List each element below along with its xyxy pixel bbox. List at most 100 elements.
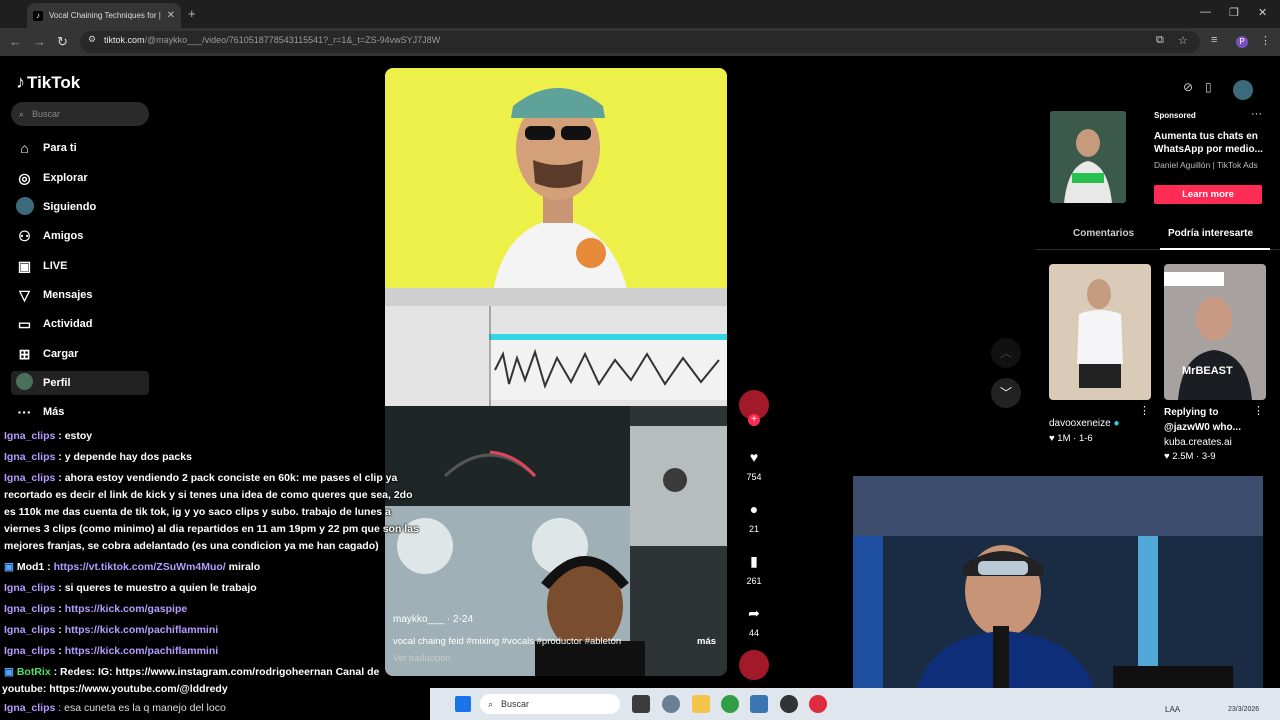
suggestion-thumbnail-1[interactable] [1049,264,1151,400]
media-app-icon[interactable] [809,695,827,713]
menu-dots-icon[interactable]: ⋮ [1260,34,1271,47]
file-explorer-icon[interactable] [692,695,710,713]
suggestion-title-2[interactable]: Replying to @jazwW0 who... [1164,405,1260,435]
taskbar-date[interactable]: 23/3/2026 [1228,706,1259,713]
follow-plus-icon[interactable]: + [748,414,760,426]
author-avatar[interactable]: + [738,390,770,426]
input-language[interactable]: LAA [1165,705,1180,714]
nav-siguiendo[interactable]: Siguiendo [11,195,149,219]
bot-badge-icon: ▣ [4,666,17,678]
tab-podria-interesarte[interactable]: Podría interesarte [1168,228,1253,239]
tab-comentarios[interactable]: Comentarios [1073,228,1134,239]
friends-icon: ⚇ [18,227,31,244]
nav-para-ti[interactable]: ⌂ Para ti [11,136,149,160]
like-button[interactable]: ♥ 754 [738,442,770,482]
chat-line: Igna_clips : ahora estoy vendiendo 2 pac… [4,472,398,484]
caption-more-button[interactable]: más [697,636,716,647]
install-app-icon[interactable]: ⧉ [1156,34,1164,47]
suggestion-thumbnail-2[interactable]: MrBEAST [1164,264,1266,400]
suggestion-more-icon-1[interactable]: ⋮ [1139,404,1150,417]
search-input[interactable]: ⌕ Buscar [11,102,149,126]
minimize-icon[interactable]: — [1200,6,1211,18]
next-video-button[interactable]: ﹀ [991,378,1021,408]
nav-amigos[interactable]: ⚇ Amigos [11,224,149,248]
live-icon: ▣ [17,257,32,274]
chat-line: Igna_clips : https://kick.com/gaspipe [4,603,188,615]
sponsored-label: Sponsored [1154,111,1196,120]
chat-line: mejores franjas, se cobra adelantado (es… [4,540,379,552]
save-button[interactable]: ▮ 261 [738,546,770,587]
suggestion-stats-1: ♥ 1M · 1-6 [1049,433,1093,444]
compass-icon: ◎ [18,169,31,186]
browser-tab[interactable]: ♪ Vocal Chaining Techniques for | ✕ [27,3,181,28]
video-player[interactable]: maykko___ · 2-24 vocal chaing feid #mixi… [385,68,727,676]
chrome-icon[interactable] [721,695,739,713]
home-icon: ⌂ [20,140,29,156]
suggestion-author-1[interactable]: davooxeneize ● [1049,418,1120,429]
heart-icon: ♥ [749,449,759,465]
chat-line: es 110k me das cuenta de tik tok, ig y y… [4,506,391,518]
taskbar-search[interactable]: ⌕ Buscar [480,694,620,714]
streamer-illustration [853,476,1263,706]
ad-advertiser: Daniel Aguillón | TikTok Ads [1154,160,1258,170]
profile-avatar[interactable]: P [1236,36,1248,48]
comment-button[interactable]: ● 21 [738,494,770,534]
site-info-icon[interactable]: ⚙ [88,34,96,45]
forward-icon[interactable]: → [33,34,46,49]
share-button[interactable]: ➦ 44 [738,598,770,639]
upload-icon: ⊞ [18,345,31,362]
url-text[interactable]: tiktok.com/@maykko___/video/761051877854… [104,35,440,45]
tiktok-logo[interactable]: ♪ TikTok [16,72,80,93]
reload-icon[interactable]: ↻ [57,34,68,50]
tiktok-favicon-icon: ♪ [33,10,43,21]
tab-title: Vocal Chaining Techniques for | [49,11,161,20]
learn-more-button[interactable]: Learn more [1154,185,1262,204]
obs-icon[interactable] [780,695,798,713]
discover-icon[interactable]: ⊘ [1183,80,1193,94]
windows-start-icon[interactable] [455,696,471,712]
share-icon: ➦ [748,604,760,621]
nav-live[interactable]: ▣ LIVE [11,254,149,278]
messages-icon: ▽ [19,286,30,303]
chat-line: Igna_clips : y depende hay dos packs [4,451,192,463]
profile-avatar-icon [16,373,33,393]
video-frame-person [385,68,727,293]
device-icon[interactable]: ▯ [1205,80,1212,94]
video-caption: vocal chaing feid #mixing #vocals #produ… [393,636,622,647]
ad-thumbnail[interactable] [1050,111,1126,203]
more-dots-icon: ··· [17,404,32,420]
following-avatar-icon [16,196,34,218]
close-tab-icon[interactable]: ✕ [167,10,175,21]
browser-tab-strip: ♪ Vocal Chaining Techniques for | ✕ + — … [0,0,1280,28]
nav-perfil[interactable]: Perfil [11,371,149,395]
app-icon[interactable] [750,695,768,713]
chat-line: Igna_clips : esa cuneta es la q manejo d… [4,702,226,714]
settings-icon[interactable] [662,695,680,713]
back-icon[interactable]: ← [9,34,22,49]
user-avatar[interactable] [1233,80,1253,100]
verified-icon: ● [1113,418,1120,429]
suggestion-author-2[interactable]: kuba.creates.ai [1164,437,1232,448]
nav-actividad[interactable]: ▭ Actividad [11,312,149,336]
task-view-icon[interactable] [632,695,650,713]
ad-more-icon[interactable]: ··· [1251,108,1262,120]
nav-mas[interactable]: ··· Más [11,400,149,424]
suggestion-more-icon-2[interactable]: ⋮ [1253,404,1264,417]
close-window-icon[interactable]: ✕ [1258,6,1267,19]
suggestion-stats-2: ♥ 2.5M · 3-9 [1164,451,1216,462]
new-tab-icon[interactable]: + [188,6,196,21]
music-disc[interactable] [738,650,770,680]
nav-mensajes[interactable]: ▽ Mensajes [11,283,149,307]
ad-title[interactable]: Aumenta tus chats en WhatsApp por medio.… [1154,130,1264,156]
maximize-icon[interactable]: ❐ [1229,6,1239,19]
bookmark-star-icon[interactable]: ☆ [1178,34,1188,47]
previous-video-button[interactable]: ︿ [991,338,1021,368]
waveform-graphic [385,288,727,406]
reading-list-icon[interactable]: ≡ [1211,34,1217,46]
nav-cargar[interactable]: ⊞ Cargar [11,342,149,366]
stream-chat-overlay: Igna_clips : estoy Igna_clips : y depend… [0,428,430,720]
search-icon: ⌕ [488,698,494,709]
nav-explorar[interactable]: ◎ Explorar [11,166,149,190]
search-icon: ⌕ [19,108,25,119]
bookmark-icon: ▮ [750,552,758,569]
